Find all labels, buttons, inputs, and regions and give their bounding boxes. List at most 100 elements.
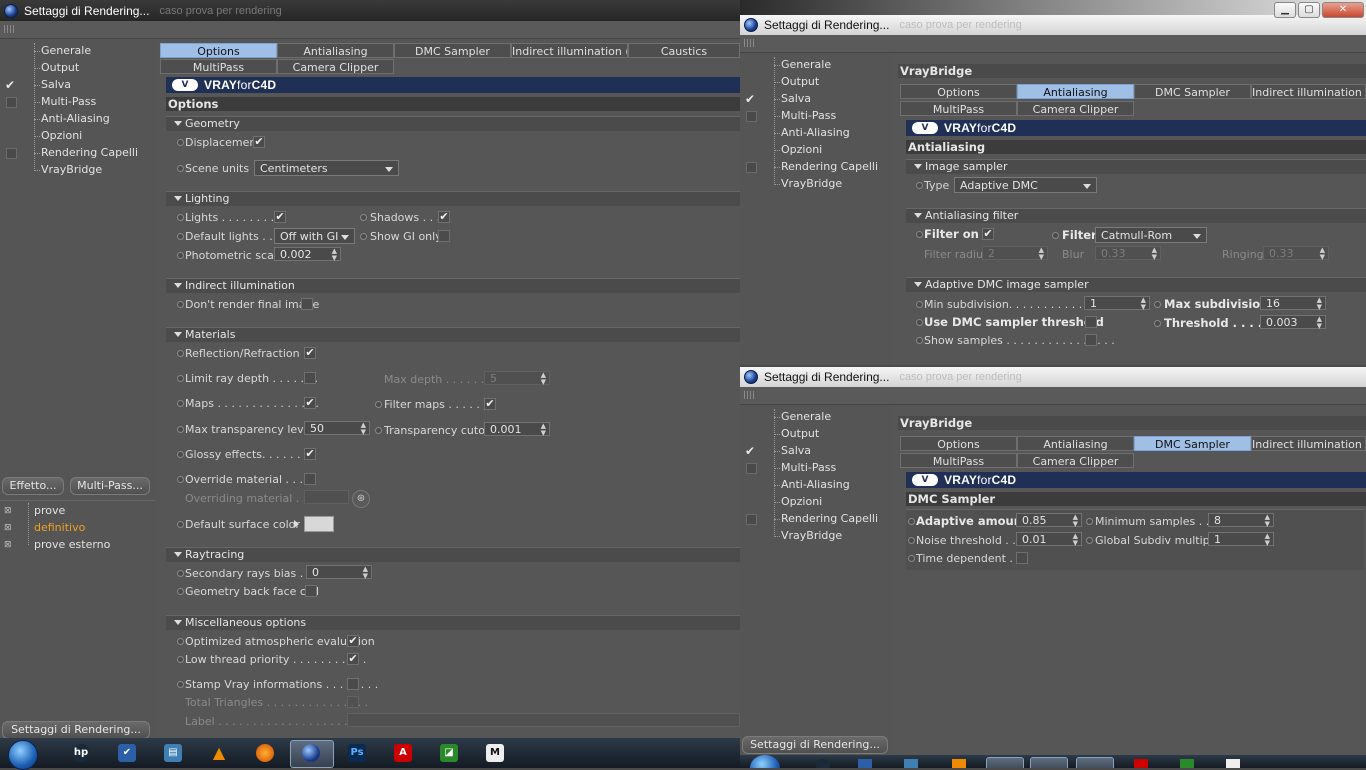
tab-dmc-sampler[interactable]: DMC Sampler: [1134, 436, 1251, 451]
m-app-icon[interactable]: [1226, 759, 1240, 768]
noise-threshold-field[interactable]: 0.01 ▲ ▼: [1016, 532, 1082, 547]
collapse-triangle-icon[interactable]: [914, 282, 922, 287]
nav-item-output[interactable]: Output: [740, 74, 890, 90]
firefox-icon[interactable]: [256, 744, 274, 762]
nav-item-antialiasing[interactable]: Anti-Aliasing: [740, 477, 890, 493]
group-misc[interactable]: Miscellaneous options: [166, 615, 740, 630]
ringing-field[interactable]: 0.33 ▲ ▼: [1263, 246, 1329, 261]
anim-dot-icon[interactable]: [177, 426, 184, 433]
anim-dot-icon[interactable]: [916, 231, 923, 238]
anim-dot-icon[interactable]: [1086, 537, 1093, 544]
anim-dot-icon[interactable]: [177, 681, 184, 688]
anim-dot-icon[interactable]: [916, 319, 923, 326]
nav-item-output[interactable]: Output: [0, 60, 150, 76]
enable-checkbox[interactable]: [746, 162, 757, 173]
min-subdivision-field[interactable]: 1 ▲ ▼: [1084, 296, 1150, 311]
effetto-button[interactable]: Effetto...: [2, 477, 64, 495]
anim-dot-icon[interactable]: [177, 521, 184, 528]
tab-camera-clipper[interactable]: Camera Clipper: [1017, 453, 1134, 468]
anim-dot-icon[interactable]: [177, 588, 184, 595]
collapse-triangle-icon[interactable]: [174, 196, 182, 201]
spinner-icon[interactable]: ▲ ▼: [1141, 297, 1146, 311]
shadows-checkbox[interactable]: ✔: [438, 211, 450, 223]
anim-dot-icon[interactable]: [375, 427, 382, 434]
threshold-field[interactable]: 0.003 ▲ ▼: [1260, 315, 1326, 330]
photoshop-icon[interactable]: Ps: [348, 744, 366, 762]
filter-on-checkbox[interactable]: ✔: [982, 228, 994, 240]
nav-item-multipass[interactable]: Multi-Pass: [0, 94, 150, 110]
label-text-field[interactable]: [347, 713, 740, 727]
nav-item-rendering-capelli[interactable]: Rendering Capelli: [0, 145, 150, 161]
tab-antialiasing[interactable]: Antialiasing: [277, 43, 394, 58]
panel-grip[interactable]: [0, 21, 740, 39]
nav-item-generale[interactable]: Generale: [740, 409, 890, 425]
anim-dot-icon[interactable]: [908, 537, 915, 544]
tab-options[interactable]: Options: [900, 84, 1017, 99]
acrobat-icon[interactable]: A: [394, 744, 412, 762]
spinner-icon[interactable]: ▲ ▼: [1265, 514, 1270, 528]
anim-dot-icon[interactable]: [177, 476, 184, 483]
title-bar[interactable]: Settaggi di Rendering... caso prova per …: [740, 15, 1366, 35]
enable-checkbox[interactable]: [746, 514, 757, 525]
nav-item-generale[interactable]: Generale: [740, 57, 890, 73]
use-dmc-threshold-checkbox[interactable]: [1085, 316, 1097, 328]
title-bar[interactable]: Settaggi di Rendering... caso prova per …: [0, 0, 740, 21]
collapse-triangle-icon[interactable]: [174, 121, 182, 126]
displacement-checkbox[interactable]: ✔: [253, 136, 265, 148]
nav-item-salva[interactable]: ✔ Salva: [740, 443, 890, 459]
show-gi-only-checkbox[interactable]: [438, 230, 450, 242]
group-indirect-illumination[interactable]: Indirect illumination: [166, 278, 740, 293]
tab-dmc-sampler[interactable]: DMC Sampler: [394, 43, 511, 58]
anim-dot-icon[interactable]: [916, 301, 923, 308]
nav-item-rendering-capelli[interactable]: Rendering Capelli: [740, 159, 890, 175]
anim-dot-icon[interactable]: [360, 233, 367, 240]
anim-dot-icon[interactable]: [177, 451, 184, 458]
anim-dot-icon[interactable]: [908, 555, 915, 562]
nav-item-generale[interactable]: Generale: [0, 43, 150, 59]
max-transparency-field[interactable]: 50 ▲ ▼: [304, 421, 370, 436]
check-icon[interactable]: ✔: [745, 91, 755, 107]
network-icon[interactable]: [904, 759, 918, 768]
photometric-scale-field[interactable]: 0.002 ▲ ▼: [274, 247, 341, 262]
group-image-sampler[interactable]: Image sampler: [906, 159, 1366, 174]
tab-options[interactable]: Options: [900, 436, 1017, 451]
network-icon[interactable]: ▤: [164, 744, 182, 762]
anim-dot-icon[interactable]: [177, 252, 184, 259]
nav-item-vraybridge[interactable]: VrayBridge: [740, 176, 890, 192]
maximize-button[interactable]: ▢: [1298, 2, 1320, 18]
spinner-icon[interactable]: ▲ ▼: [361, 422, 366, 436]
show-samples-checkbox[interactable]: [1085, 334, 1097, 346]
spinner-icon[interactable]: ▲ ▼: [1317, 316, 1322, 330]
m-app-icon[interactable]: M: [486, 744, 504, 762]
reflection-checkbox[interactable]: ✔: [304, 347, 316, 359]
nav-item-multipass[interactable]: Multi-Pass: [740, 108, 890, 124]
override-material-checkbox[interactable]: [304, 473, 316, 485]
spinner-icon[interactable]: ▲ ▼: [1073, 514, 1078, 528]
spinner-icon[interactable]: ▲ ▼: [1039, 247, 1044, 261]
vlc-icon[interactable]: ▲: [210, 744, 228, 762]
collapse-triangle-icon[interactable]: [174, 552, 182, 557]
check-icon[interactable]: ✔: [745, 443, 755, 459]
lights-checkbox[interactable]: ✔: [274, 211, 286, 223]
nav-item-output[interactable]: Output: [740, 426, 890, 442]
tab-multipass[interactable]: MultiPass: [160, 59, 277, 74]
default-surface-color-swatch[interactable]: [304, 516, 334, 532]
preset-definitivo[interactable]: ⊠ definitivo: [0, 520, 150, 536]
nav-item-opzioni[interactable]: Opzioni: [740, 142, 890, 158]
dont-render-checkbox[interactable]: [301, 298, 313, 310]
blur-field[interactable]: 0.33 ▲ ▼: [1095, 246, 1161, 261]
pdf-tool-icon[interactable]: ◪: [440, 744, 458, 762]
taskbar-c4d-active[interactable]: [290, 740, 334, 768]
anim-dot-icon[interactable]: [177, 233, 184, 240]
filter-radius-field[interactable]: 2 ▲ ▼: [982, 246, 1048, 261]
enable-checkbox[interactable]: [6, 97, 17, 108]
maps-checkbox[interactable]: ✔: [304, 397, 316, 409]
nav-item-vraybridge[interactable]: VrayBridge: [740, 528, 890, 544]
max-depth-field[interactable]: 5 ▲ ▼: [484, 371, 550, 386]
spinner-icon[interactable]: ▲ ▼: [1320, 247, 1325, 261]
anim-dot-icon[interactable]: [177, 570, 184, 577]
firefox-icon[interactable]: [986, 757, 1024, 768]
group-raytracing[interactable]: Raytracing: [166, 547, 740, 562]
nav-item-vraybridge[interactable]: VrayBridge: [0, 162, 150, 178]
type-dropdown[interactable]: Adaptive DMC: [954, 177, 1097, 193]
